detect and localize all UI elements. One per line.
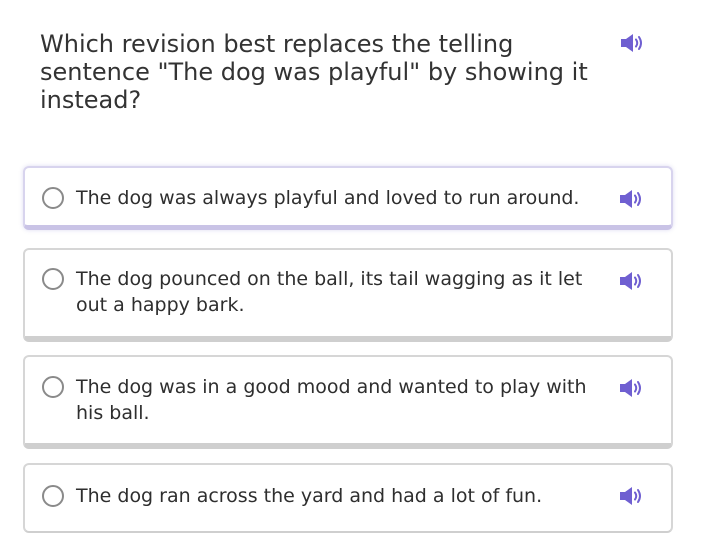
answer-choice-4[interactable]: The dog ran across the yard and had a lo…: [23, 463, 673, 533]
speaker-icon[interactable]: [618, 377, 644, 399]
choice-text: The dog was in a good mood and wanted to…: [76, 376, 587, 424]
question-text: Which revision best replaces the telling…: [40, 30, 588, 114]
question-speaker-icon[interactable]: [619, 32, 645, 54]
speaker-icon[interactable]: [618, 188, 644, 210]
radio-button[interactable]: [42, 268, 64, 290]
answer-choice-3[interactable]: The dog was in a good mood and wanted to…: [23, 355, 673, 449]
choice-text: The dog pounced on the ball, its tail wa…: [76, 268, 583, 316]
speaker-icon[interactable]: [618, 270, 644, 292]
radio-button[interactable]: [42, 485, 64, 507]
choice-text: The dog was always playful and loved to …: [76, 187, 580, 209]
answer-choice-1[interactable]: The dog was always playful and loved to …: [23, 166, 673, 230]
answer-choice-2[interactable]: The dog pounced on the ball, its tail wa…: [23, 248, 673, 342]
radio-button[interactable]: [42, 187, 64, 209]
speaker-icon[interactable]: [618, 485, 644, 507]
choice-text: The dog ran across the yard and had a lo…: [76, 485, 543, 507]
radio-button[interactable]: [42, 376, 64, 398]
